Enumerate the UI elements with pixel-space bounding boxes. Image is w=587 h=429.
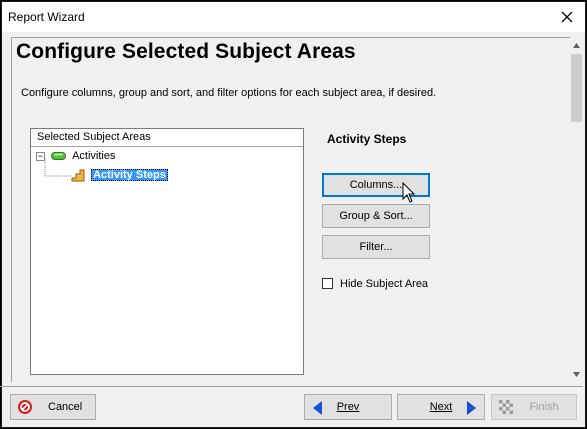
tree-item-label: Activity Steps [91,169,168,181]
cancel-button[interactable]: Cancel [10,394,96,420]
scroll-up-icon[interactable] [570,38,583,52]
group-sort-button[interactable]: Group & Sort... [322,204,430,228]
cancel-icon [18,400,32,414]
finish-button[interactable]: Finish [491,394,577,420]
green-pill-icon [51,152,66,161]
subject-area-title: Activity Steps [327,132,407,146]
steps-icon [71,169,85,182]
title-bar: Report Wizard [2,2,585,32]
close-icon [561,11,573,23]
tree-item-activities[interactable]: Activities [51,148,115,165]
checkered-flag-icon [499,400,513,414]
mouse-cursor-icon [402,182,416,203]
hide-subject-area-label: Hide Subject Area [340,278,429,290]
arrow-left-icon [313,401,322,415]
next-button-label: Next [429,401,453,413]
window-title: Report Wizard [8,10,85,24]
footer-divider [0,386,583,387]
close-button[interactable] [555,7,579,27]
finish-button-label: Finish [529,401,559,413]
scrollbar-thumb[interactable] [571,54,582,122]
scroll-down-icon[interactable] [570,367,583,381]
filter-button-label: Filter... [359,241,393,253]
page-title: Configure Selected Subject Areas [16,40,356,63]
subject-areas-tree[interactable]: Selected Subject Areas − Activities Acti… [30,128,304,375]
vertical-scrollbar[interactable] [570,37,583,382]
prev-button-label: Prev [336,401,360,413]
tree-item-label: Activities [72,150,116,162]
columns-button-label: Columns... [349,179,403,191]
prev-button[interactable]: Prev [304,394,392,420]
cancel-button-label: Cancel [48,401,83,413]
arrow-right-icon [467,401,476,415]
group-sort-button-label: Group & Sort... [339,210,413,222]
collapse-toggle-icon[interactable]: − [36,152,45,161]
filter-button[interactable]: Filter... [322,235,430,259]
next-button[interactable]: Next [397,394,485,420]
tree-item-activity-steps[interactable]: Activity Steps [71,167,168,184]
hide-subject-area-checkbox[interactable] [322,278,333,289]
page-description: Configure columns, group and sort, and f… [21,87,437,99]
